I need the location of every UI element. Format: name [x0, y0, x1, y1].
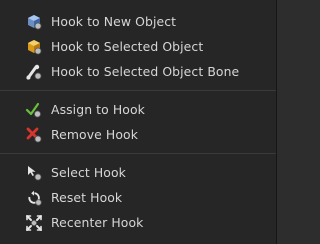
selected-object-icon: [25, 38, 43, 56]
menu-item-remove-hook[interactable]: Remove Hook: [0, 122, 276, 147]
remove-hook-icon: [25, 126, 43, 144]
reset-hook-icon: [25, 189, 43, 207]
menu-item-label: Remove Hook: [51, 127, 138, 142]
select-hook-icon: [25, 164, 43, 182]
menu-item-label: Assign to Hook: [51, 102, 145, 117]
menu-item-label: Recenter Hook: [51, 215, 144, 230]
menu-item-hook-to-selected-object-bone[interactable]: Hook to Selected Object Bone: [0, 59, 276, 84]
recenter-hook-icon: [25, 214, 43, 232]
menu-separator: [0, 90, 276, 91]
menu-separator: [0, 153, 276, 154]
menu-item-reset-hook[interactable]: Reset Hook: [0, 185, 276, 210]
assign-hook-icon: [25, 101, 43, 119]
menu-item-label: Reset Hook: [51, 190, 123, 205]
menu-item-hook-to-selected-object[interactable]: Hook to Selected Object: [0, 34, 276, 59]
menu-item-label: Select Hook: [51, 165, 126, 180]
menu-item-assign-to-hook[interactable]: Assign to Hook: [0, 97, 276, 122]
new-object-icon: [25, 13, 43, 31]
menu-item-label: Hook to Selected Object Bone: [51, 64, 240, 79]
menu-item-select-hook[interactable]: Select Hook: [0, 160, 276, 185]
menu-item-hook-to-new-object[interactable]: Hook to New Object: [0, 9, 276, 34]
selected-object-bone-icon: [25, 63, 43, 81]
menu-item-label: Hook to New Object: [51, 14, 177, 29]
menu-item-recenter-hook[interactable]: Recenter Hook: [0, 210, 276, 235]
menu-item-label: Hook to Selected Object: [51, 39, 204, 54]
hook-context-menu: Hook to New Object Hook to Selected Obje…: [0, 0, 277, 244]
